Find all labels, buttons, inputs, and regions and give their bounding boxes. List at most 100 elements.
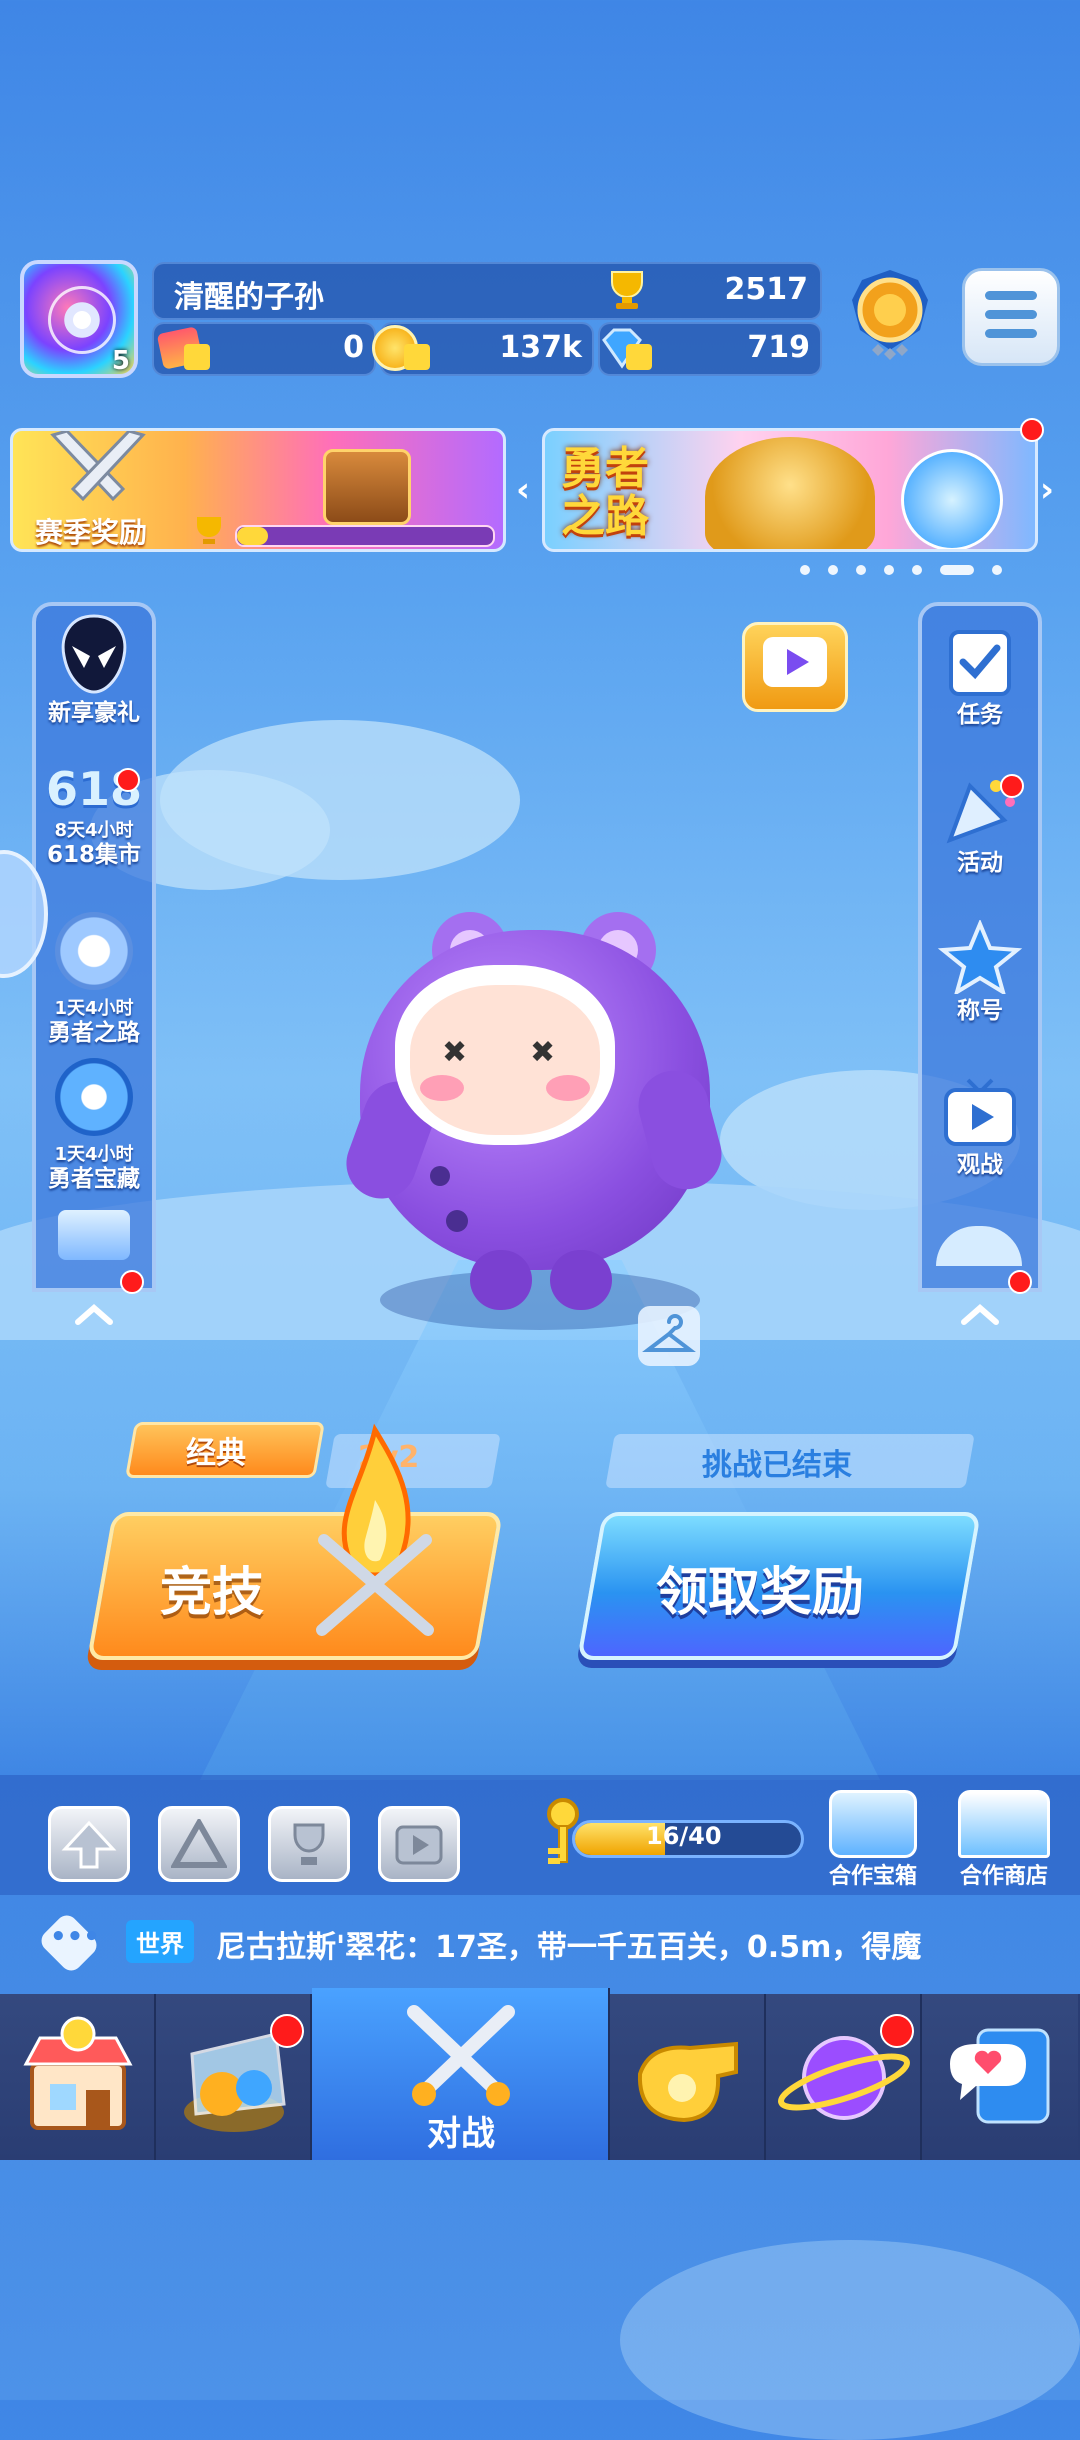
crossed-swords-icon	[407, 2005, 515, 2106]
compete-button[interactable]	[86, 1512, 504, 1660]
coop-box-label: 合作宝箱	[828, 1864, 917, 1889]
notification-dot	[1000, 774, 1024, 798]
tasks-button[interactable]: 任务	[918, 628, 1042, 728]
menu-icon	[985, 291, 1037, 300]
trophy-icon	[293, 1823, 325, 1865]
hero-treasure-button[interactable]: 1天4小时 勇者宝藏	[32, 1058, 156, 1192]
player-name: 清醒的子孙	[174, 280, 324, 315]
side-item-label: 勇者宝藏	[48, 1166, 140, 1192]
nav-battle-tab[interactable]: 对战	[312, 1988, 610, 2160]
season-reward-label: 赛季奖励	[35, 516, 148, 549]
heart-chat-icon	[950, 2028, 1050, 2124]
side-item-label: 观战	[957, 1152, 1003, 1178]
replay-button[interactable]	[378, 1806, 460, 1882]
bottom-navigation: 对战	[0, 1988, 1080, 2160]
trophy-count: 2517	[724, 272, 809, 307]
winged-star-icon	[55, 1058, 133, 1136]
wardrobe-button[interactable]	[638, 1306, 700, 1366]
checklist-icon	[949, 630, 1011, 696]
notification-dot	[116, 768, 140, 792]
hero-road-side-button[interactable]: 1天4小时 勇者之路	[32, 912, 156, 1046]
hanger-icon	[642, 1314, 696, 1352]
whistle-icon	[637, 2041, 738, 2123]
diamond-count: 719	[747, 330, 810, 365]
player-name-bar: 清醒的子孙 2517	[152, 262, 822, 320]
notification-dot	[120, 1270, 144, 1294]
side-item-label: 618集市	[46, 842, 141, 868]
classic-tag-label: 经典	[186, 1436, 246, 1471]
nav-social-tab[interactable]	[922, 1994, 1078, 2160]
spectate-button[interactable]: 观战	[918, 1076, 1042, 1178]
player-level: 5	[111, 346, 130, 376]
golden-hero-character	[705, 437, 875, 549]
treasure-chest-icon	[323, 449, 411, 525]
coop-shop-button[interactable]: 合作商店	[944, 1790, 1064, 1890]
banner-next-arrow[interactable]: ›	[1040, 470, 1054, 510]
side-item-label: 新享豪礼	[48, 700, 140, 726]
coin-bar[interactable]: 137k	[372, 322, 594, 376]
coop-box-button[interactable]: 合作宝箱	[818, 1790, 928, 1890]
notification-dot	[1020, 418, 1044, 442]
rank-button[interactable]	[158, 1806, 240, 1882]
rank-medal-icon[interactable]	[842, 270, 938, 370]
gift-box-icon[interactable]	[58, 1210, 130, 1260]
venom-mask-icon	[61, 614, 127, 694]
banner-prev-arrow[interactable]: ‹	[516, 470, 530, 510]
shop-icon	[23, 2016, 133, 2130]
claim-reward-label: 领取奖励	[656, 1563, 865, 1623]
trophy-hall-button[interactable]	[268, 1806, 350, 1882]
hero-road-title: 勇者之路	[561, 443, 649, 542]
ticket-bar[interactable]: 0	[152, 322, 376, 376]
new-gift-button[interactable]: 新享豪礼	[32, 612, 156, 726]
player-avatar[interactable]: 5	[20, 260, 138, 378]
chat-message: 尼古拉斯'翠花：17圣，带一千五百关，0.5m，得魔	[216, 1930, 922, 1965]
add-coin-icon[interactable]	[404, 344, 430, 370]
nav-whistle-tab[interactable]	[610, 1994, 766, 2160]
challenge-status-label: 挑战已结束	[702, 1448, 852, 1483]
background-cloud	[620, 2240, 1080, 2440]
key-progress-text: 16/40	[646, 1822, 722, 1850]
season-progress-bar	[235, 525, 495, 547]
side-item-label: 任务	[957, 702, 1003, 728]
star-wreath-icon	[55, 912, 133, 990]
character-button	[430, 1166, 450, 1186]
titles-button[interactable]: 称号	[918, 918, 1042, 1024]
character-button	[446, 1210, 468, 1232]
character-foot	[550, 1250, 612, 1310]
compete-label: 竞技	[160, 1563, 265, 1623]
side-item-label: 活动	[957, 850, 1003, 876]
ticket-count: 0	[343, 330, 364, 365]
add-diamond-icon[interactable]	[626, 344, 652, 370]
blue-orb-icon	[901, 449, 1003, 549]
shop-stall-icon	[958, 1790, 1050, 1858]
expand-up-icon[interactable]	[72, 1300, 116, 1328]
nav-shop-tab[interactable]	[0, 1994, 156, 2160]
side-item-label: 称号	[957, 998, 1003, 1024]
chat-channel-tag: 世界	[126, 1920, 194, 1963]
expand-up-icon[interactable]	[958, 1300, 1002, 1328]
diamond-bar[interactable]: 719	[598, 322, 822, 376]
main-menu-button[interactable]	[962, 268, 1060, 366]
side-item-timer: 1天4小时	[54, 998, 134, 1019]
hero-road-banner[interactable]: 勇者之路	[542, 428, 1038, 552]
coin-count: 137k	[499, 330, 582, 365]
coop-shop-label: 合作商店	[959, 1864, 1048, 1889]
video-reward-button[interactable]	[742, 622, 848, 712]
add-ticket-icon[interactable]	[184, 344, 210, 370]
side-item-timer: 1天4小时	[54, 1144, 134, 1165]
banner-pagination	[800, 560, 1020, 579]
play-icon	[763, 637, 827, 687]
small-trophy-icon	[197, 517, 221, 544]
nav-battle-label: 对战	[427, 2114, 495, 2154]
upgrade-button[interactable]	[48, 1806, 130, 1882]
tv-play-icon	[944, 1078, 1016, 1146]
season-reward-banner[interactable]: 赛季奖励	[10, 428, 506, 552]
side-item-label: 勇者之路	[48, 1020, 140, 1046]
film-play-icon	[395, 1825, 443, 1865]
notification-dot	[270, 2014, 304, 2048]
gift-box-icon	[829, 1790, 917, 1858]
campfire-swords-icon	[316, 1423, 434, 1636]
character-foot	[470, 1250, 532, 1310]
world-chat-bar[interactable]: ••• 世界 尼古拉斯'翠花：17圣，带一千五百关，0.5m，得魔	[0, 1908, 1080, 1978]
notification-dot	[880, 2014, 914, 2048]
